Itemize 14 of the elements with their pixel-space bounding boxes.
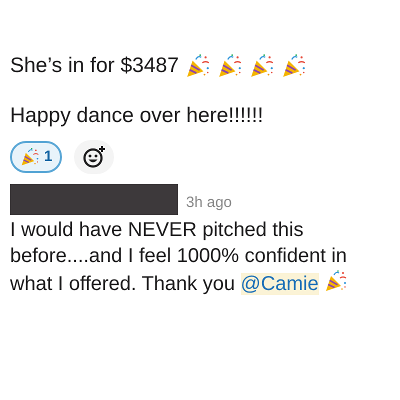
reaction-button[interactable]: 1 — [10, 141, 62, 173]
party-popper-icon — [280, 53, 307, 79]
party-popper-icon — [20, 147, 40, 167]
message-text: She’s in for $3487 — [10, 53, 179, 79]
timestamp: 3h ago — [186, 193, 232, 213]
add-emoji-icon — [82, 145, 106, 169]
mention-link[interactable]: @Camie — [240, 273, 319, 295]
add-reaction-button[interactable] — [74, 140, 114, 174]
party-popper-icon — [216, 53, 243, 79]
message-text: I would have NEVER pitched this before....and I feel 1000% confident in what I offered. Thank you @Camie — [10, 218, 350, 297]
party-popper-icon — [184, 53, 211, 79]
party-popper-icon — [324, 269, 348, 293]
message-text: Happy dance over here!!!!!! — [10, 103, 264, 129]
party-popper-icon — [248, 53, 275, 79]
